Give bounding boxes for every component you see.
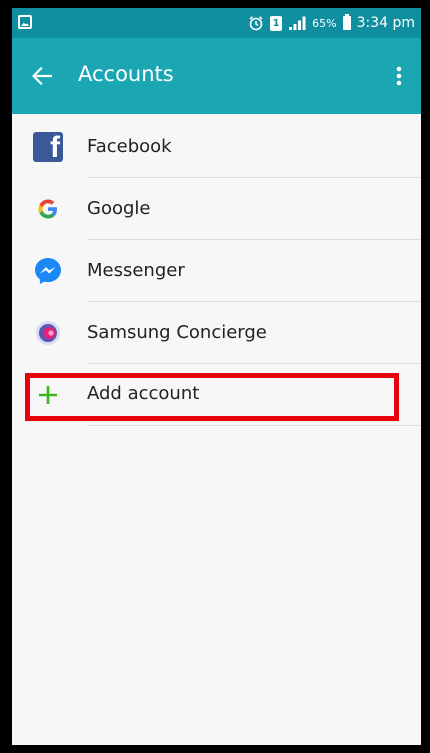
- highlight-box: [25, 373, 399, 421]
- page-title: Accounts: [78, 62, 174, 86]
- divider: [87, 425, 421, 426]
- back-button[interactable]: [30, 64, 54, 88]
- status-bar: 1 65% 3:34 pm: [12, 8, 421, 38]
- account-item-samsung-concierge[interactable]: Samsung Concierge: [12, 302, 421, 364]
- account-item-facebook[interactable]: f Facebook: [12, 116, 421, 178]
- gallery-notification-icon: [18, 15, 32, 29]
- samsung-concierge-icon: [32, 317, 64, 349]
- facebook-icon: f: [32, 131, 64, 163]
- account-item-messenger[interactable]: Messenger: [12, 240, 421, 302]
- sim-icon: 1: [270, 15, 283, 31]
- account-label: Google: [87, 198, 151, 219]
- battery-icon: [342, 14, 351, 30]
- accounts-list: f Facebook Google Messenger Samsung Conc…: [12, 116, 421, 426]
- clock-time: 3:34 pm: [356, 15, 415, 31]
- signal-icon: [289, 16, 306, 30]
- account-label: Messenger: [87, 260, 185, 281]
- app-bar: Accounts: [12, 38, 421, 114]
- messenger-icon: [32, 255, 64, 287]
- account-label: Facebook: [87, 136, 172, 157]
- arrow-left-icon: [32, 67, 52, 85]
- account-item-google[interactable]: Google: [12, 178, 421, 240]
- account-label: Samsung Concierge: [87, 322, 267, 343]
- phone-screen: 1 65% 3:34 pm Accounts f Facebook Google…: [12, 8, 421, 745]
- more-options-button[interactable]: [387, 62, 411, 90]
- status-icons: 1 65% 3:34 pm: [248, 8, 415, 38]
- more-vert-icon: [396, 66, 402, 86]
- alarm-icon: [249, 16, 263, 31]
- battery-percent: 65%: [312, 16, 337, 30]
- google-icon: [32, 193, 64, 225]
